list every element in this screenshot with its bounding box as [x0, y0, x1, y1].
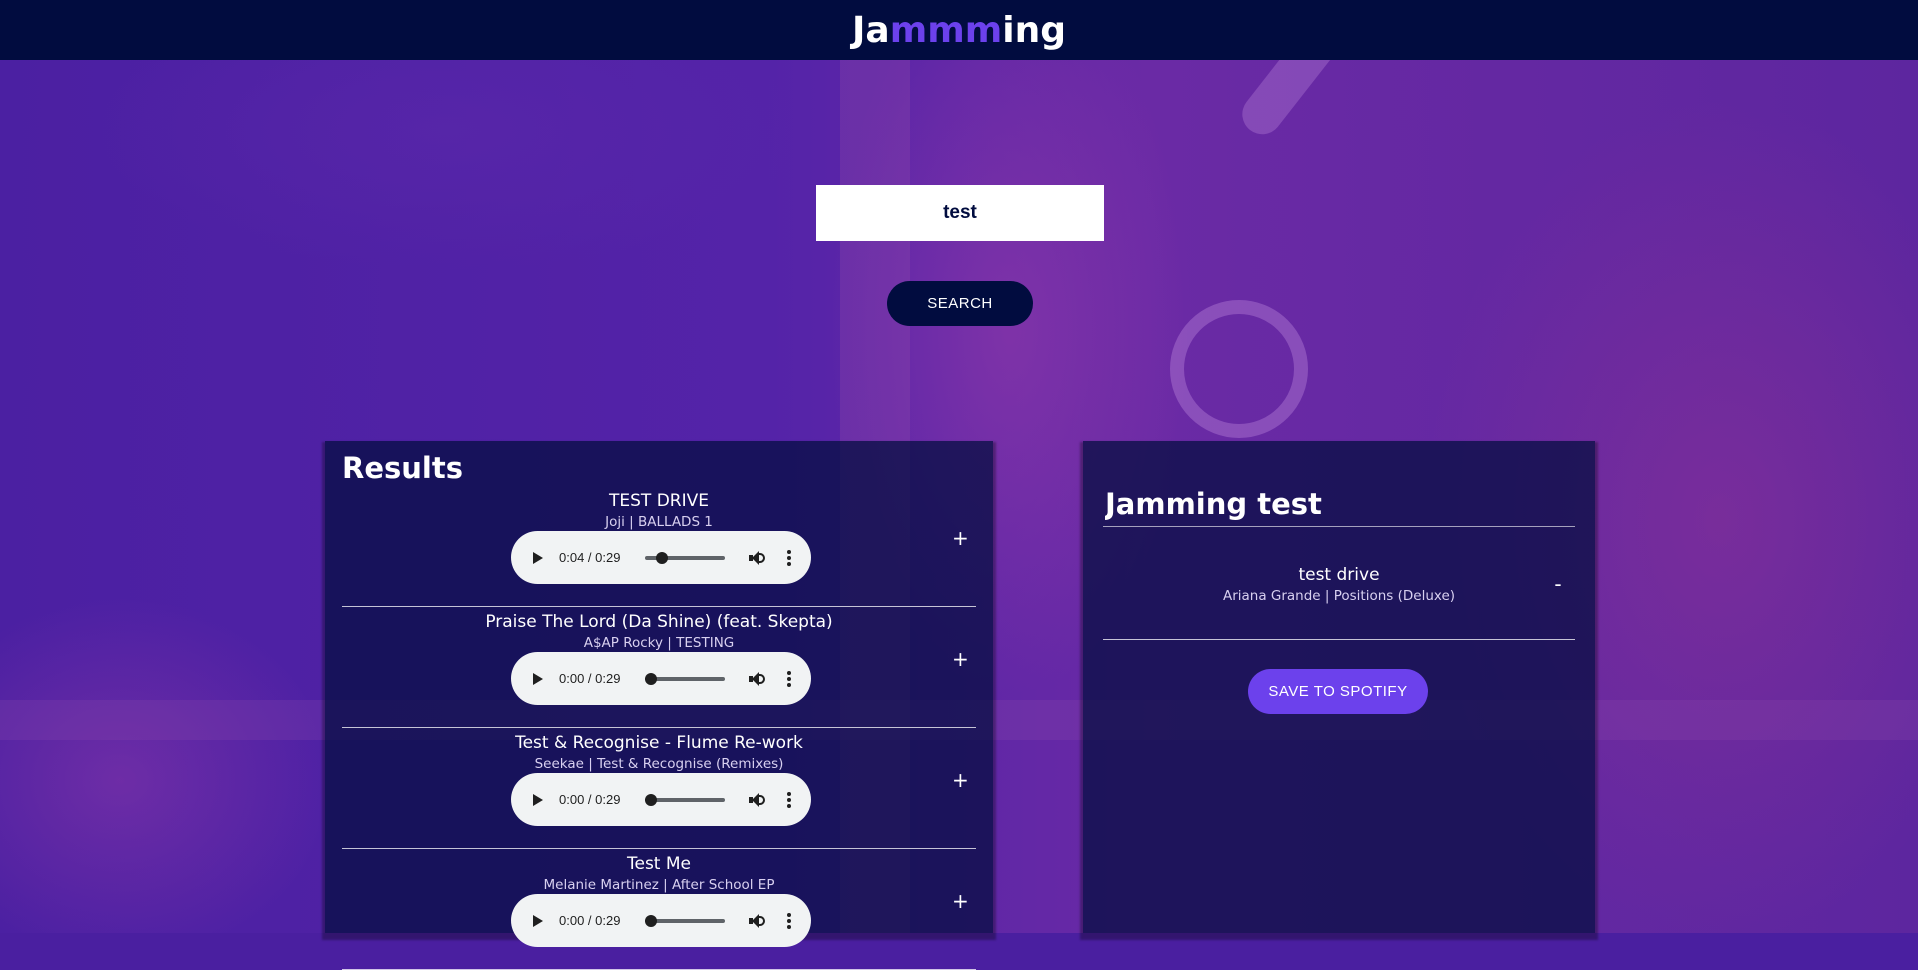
audio-player[interactable]: 0:00 / 0:29	[511, 773, 811, 826]
track-name: test drive	[1298, 565, 1380, 585]
playlist-track-item: test drive Ariana Grande | Positions (De…	[1103, 535, 1575, 640]
track-name: Praise The Lord (Da Shine) (feat. Skepta…	[485, 612, 833, 632]
seek-slider[interactable]	[645, 793, 725, 806]
audio-player[interactable]: 0:00 / 0:29	[511, 894, 811, 947]
add-track-button[interactable]: +	[946, 646, 969, 671]
remove-track-button[interactable]: -	[1547, 571, 1569, 596]
volume-icon[interactable]	[749, 671, 765, 686]
playback-time: 0:00 / 0:29	[559, 913, 621, 928]
audio-player[interactable]: 0:00 / 0:29	[511, 652, 811, 705]
track-item: TEST DRIVE Joji | BALLADS 1 0:04 / 0:29 …	[342, 485, 976, 607]
track-item: Test Me Melanie Martinez | After School …	[342, 848, 976, 970]
seek-thumb[interactable]	[645, 914, 657, 927]
seek-thumb[interactable]	[656, 551, 668, 564]
track-info: test drive Ariana Grande | Positions (De…	[1103, 559, 1575, 604]
track-meta: Joji | BALLADS 1	[605, 514, 713, 530]
track-item: Test & Recognise - Flume Re-work Seekae …	[342, 727, 976, 849]
results-title: Results	[342, 451, 463, 485]
playlist-panel: test drive Ariana Grande | Positions (De…	[1083, 441, 1595, 933]
add-track-button[interactable]: +	[946, 888, 969, 913]
track-info: Test & Recognise - Flume Re-work Seekae …	[342, 727, 976, 772]
seek-thumb[interactable]	[645, 672, 657, 685]
app-header: Jammming	[0, 0, 1918, 60]
play-icon[interactable]	[533, 914, 543, 927]
track-meta: Ariana Grande | Positions (Deluxe)	[1222, 588, 1456, 604]
more-vertical-icon[interactable]	[787, 912, 791, 929]
logo-highlight: mmm	[889, 9, 1003, 51]
volume-icon[interactable]	[749, 913, 765, 928]
track-meta: A$AP Rocky | TESTING	[583, 635, 735, 651]
play-icon[interactable]	[533, 793, 543, 806]
results-panel: Results TEST DRIVE Joji | BALLADS 1 0:04…	[325, 441, 993, 970]
add-track-button[interactable]: +	[946, 525, 969, 550]
track-info: Test Me Melanie Martinez | After School …	[342, 848, 976, 893]
more-vertical-icon[interactable]	[787, 670, 791, 687]
logo-suffix: ing	[1002, 9, 1066, 51]
seek-thumb[interactable]	[645, 793, 657, 806]
track-info: TEST DRIVE Joji | BALLADS 1	[342, 485, 976, 530]
audio-player[interactable]: 0:04 / 0:29	[511, 531, 811, 584]
playback-time: 0:00 / 0:29	[559, 671, 621, 686]
track-meta: Melanie Martinez | After School EP	[543, 877, 775, 893]
track-name: TEST DRIVE	[609, 491, 709, 511]
search-button[interactable]: SEARCH	[887, 281, 1033, 326]
track-info: Praise The Lord (Da Shine) (feat. Skepta…	[342, 606, 976, 651]
play-icon[interactable]	[533, 672, 543, 685]
seek-slider[interactable]	[645, 672, 725, 685]
play-icon[interactable]	[533, 551, 543, 564]
save-to-spotify-button[interactable]: SAVE TO SPOTIFY	[1248, 669, 1428, 714]
add-track-button[interactable]: +	[946, 767, 969, 792]
playback-time: 0:00 / 0:29	[559, 792, 621, 807]
track-meta: Seekae | Test & Recognise (Remixes)	[534, 756, 784, 772]
volume-icon[interactable]	[749, 550, 765, 565]
track-name: Test & Recognise - Flume Re-work	[515, 733, 803, 753]
headphone-shape	[1170, 300, 1308, 438]
volume-icon[interactable]	[749, 792, 765, 807]
more-vertical-icon[interactable]	[787, 791, 791, 808]
playlist-name-input[interactable]	[1103, 481, 1575, 527]
track-item: Praise The Lord (Da Shine) (feat. Skepta…	[342, 606, 976, 728]
more-vertical-icon[interactable]	[787, 549, 791, 566]
playback-time: 0:04 / 0:29	[559, 550, 621, 565]
search-input[interactable]	[816, 185, 1104, 241]
track-name: Test Me	[626, 854, 691, 874]
seek-slider[interactable]	[645, 914, 725, 927]
logo-prefix: Ja	[852, 9, 890, 51]
app-logo: Jammming	[852, 10, 1066, 51]
seek-slider[interactable]	[645, 551, 725, 564]
